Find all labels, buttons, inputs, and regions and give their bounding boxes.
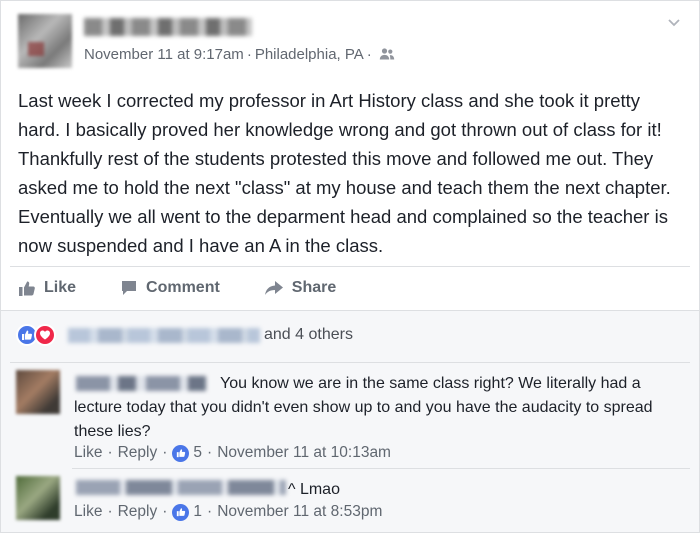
reactor-names-redacted [68, 327, 260, 343]
meta-separator: · [162, 503, 168, 520]
meta-separator: · [107, 503, 113, 520]
actions-divider [10, 266, 690, 267]
comment-text: ^ Lmao [288, 481, 340, 498]
meta-separator: · [162, 444, 168, 461]
meta-separator: · [107, 444, 113, 461]
comment-divider [72, 468, 690, 469]
meta-separator: · [207, 503, 213, 520]
comment-like-link[interactable]: Like [74, 444, 102, 462]
commenter-name-redacted[interactable] [76, 480, 286, 495]
share-button[interactable]: Share [264, 279, 336, 297]
post-timestamp[interactable]: November 11 at 9:17am [84, 46, 244, 63]
post-meta: November 11 at 9:17am · Philadelphia, PA · [84, 46, 395, 65]
comment-reply-link[interactable]: Reply [118, 444, 158, 462]
comment-timestamp[interactable]: November 11 at 8:53pm [217, 503, 382, 521]
share-button-label: Share [291, 279, 337, 296]
author-avatar[interactable] [18, 14, 72, 68]
post-body-text: Last week I corrected my professor in Ar… [18, 90, 671, 256]
commenter-avatar[interactable] [16, 476, 60, 520]
comment-like-count[interactable]: 1 [193, 503, 202, 521]
love-reaction-icon [34, 324, 56, 346]
like-button[interactable]: Like [18, 279, 76, 297]
like-reaction-icon [172, 503, 190, 521]
reactions-summary[interactable]: and 4 others [16, 322, 353, 348]
chevron-down-icon[interactable] [666, 14, 682, 30]
comment-icon [122, 281, 137, 295]
thumbs-up-icon [19, 281, 35, 296]
post-actions-bar: Like Comment Share [18, 276, 380, 300]
meta-separator: · [207, 444, 213, 461]
commenter-avatar[interactable] [16, 370, 60, 414]
comment-text: You know we are in the same class right?… [74, 375, 653, 440]
comment-button-label: Comment [146, 279, 220, 296]
share-arrow-icon [264, 281, 283, 295]
like-button-label: Like [44, 279, 77, 296]
reactions-others-count[interactable]: and 4 others [264, 326, 353, 344]
comment-timestamp[interactable]: November 11 at 10:13am [217, 444, 391, 462]
meta-separator: · [366, 46, 372, 63]
author-name-redacted[interactable] [84, 18, 252, 36]
post-location[interactable]: Philadelphia, PA [255, 46, 364, 63]
reactions-divider [10, 362, 690, 363]
comment-meta: Like · Reply · 1 · November 11 at 8:53pm [74, 503, 382, 521]
comment-button[interactable]: Comment [120, 279, 220, 297]
comment-reply-link[interactable]: Reply [118, 503, 158, 521]
comment-meta: Like · Reply · 5 · November 11 at 10:13a… [74, 444, 391, 462]
meta-separator: · [246, 46, 252, 63]
friends-icon[interactable] [379, 47, 395, 65]
comment-like-link[interactable]: Like [74, 503, 102, 521]
comment-like-count[interactable]: 5 [193, 444, 202, 462]
like-reaction-icon [172, 444, 190, 462]
